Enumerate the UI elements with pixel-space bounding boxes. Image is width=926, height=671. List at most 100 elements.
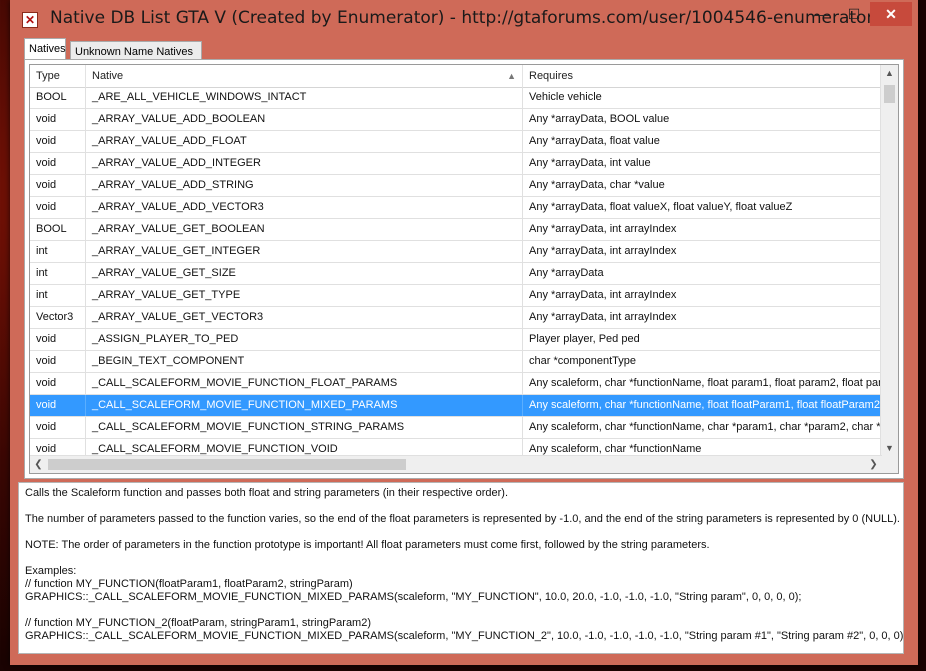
cell-type: void — [30, 109, 86, 130]
sort-ascending-icon: ▲ — [507, 71, 516, 81]
cell-requires: Any scaleform, char *functionName, char … — [523, 417, 882, 438]
natives-list[interactable]: Type Native ▲ Requires BOOL _ARE_ALL_VEHI… — [29, 64, 899, 474]
description-line — [25, 500, 897, 513]
cell-requires: Any *arrayData, int arrayIndex — [523, 219, 882, 240]
cell-type: BOOL — [30, 219, 86, 240]
cell-requires: Any scaleform, char *functionName, float… — [523, 395, 882, 416]
description-box[interactable]: Calls the Scaleform function and passes … — [18, 482, 904, 654]
tab-panel: Type Native ▲ Requires BOOL _ARE_ALL_VEHI… — [24, 59, 904, 479]
maximize-button[interactable]: ☐ — [838, 2, 870, 26]
minimize-button[interactable]: — — [806, 2, 838, 26]
window-title: Native DB List GTA V (Created by Enumera… — [50, 8, 880, 28]
cell-requires: Any *arrayData, char *value — [523, 175, 882, 196]
cell-native: _ARRAY_VALUE_ADD_INTEGER — [86, 153, 523, 174]
cell-type: void — [30, 197, 86, 218]
column-header-native-label: Native — [92, 70, 124, 82]
cell-native: _ASSIGN_PLAYER_TO_PED — [86, 329, 523, 350]
cell-requires: Any *arrayData, int value — [523, 153, 882, 174]
cell-requires: Any *arrayData, int arrayIndex — [523, 241, 882, 262]
table-row[interactable]: Vector3 _ARRAY_VALUE_GET_VECTOR3 Any *arra… — [30, 307, 882, 329]
table-row[interactable]: void _BEGIN_TEXT_COMPONENT char *component… — [30, 351, 882, 373]
description-line: NOTE: The order of parameters in the fun… — [25, 539, 710, 551]
cell-requires: Any *arrayData, float valueX, float valu… — [523, 197, 882, 218]
table-row[interactable]: void _ARRAY_VALUE_ADD_VECTOR3 Any *arrayDa… — [30, 197, 882, 219]
column-header-requires[interactable]: Requires — [523, 65, 882, 87]
cell-requires: Any *arrayData, int arrayIndex — [523, 307, 882, 328]
cell-requires: Any *arrayData — [523, 263, 882, 284]
vertical-scrollbar[interactable]: ▲ ▼ — [880, 65, 898, 457]
description-line: Examples: — [25, 565, 77, 577]
cell-requires: Any scaleform, char *functionName, float… — [523, 373, 882, 394]
cell-native: _CALL_SCALEFORM_MOVIE_FUNCTION_FLOAT_PAR… — [86, 373, 523, 394]
cell-type: int — [30, 241, 86, 262]
cell-requires: Vehicle vehicle — [523, 87, 882, 108]
cell-requires: char *componentType — [523, 351, 882, 372]
cell-requires: Player player, Ped ped — [523, 329, 882, 350]
cell-type: void — [30, 417, 86, 438]
cell-native: _ARRAY_VALUE_ADD_VECTOR3 — [86, 197, 523, 218]
horizontal-scrollbar[interactable]: ❮ ❯ — [30, 455, 882, 473]
table-row[interactable]: BOOL _ARE_ALL_VEHICLE_WINDOWS_INTACT Vehic… — [30, 87, 882, 109]
scroll-left-icon[interactable]: ❮ — [30, 456, 47, 473]
scroll-up-icon[interactable]: ▲ — [881, 65, 898, 82]
cell-native: _ARRAY_VALUE_ADD_FLOAT — [86, 131, 523, 152]
horizontal-scroll-thumb[interactable] — [48, 459, 406, 470]
list-header: Type Native ▲ Requires — [30, 65, 882, 88]
description-line: GRAPHICS::_CALL_SCALEFORM_MOVIE_FUNCTION… — [25, 630, 904, 642]
cell-type: void — [30, 131, 86, 152]
cell-native: _ARRAY_VALUE_GET_VECTOR3 — [86, 307, 523, 328]
cell-requires: Any *arrayData, int arrayIndex — [523, 285, 882, 306]
cell-native: _ARRAY_VALUE_GET_TYPE — [86, 285, 523, 306]
description-line — [25, 604, 897, 617]
cell-native: _ARRAY_VALUE_GET_BOOLEAN — [86, 219, 523, 240]
table-row[interactable]: int _ARRAY_VALUE_GET_SIZE Any *arrayData — [30, 263, 882, 285]
table-row[interactable]: void _CALL_SCALEFORM_MOVIE_FUNCTION_FLOAT… — [30, 373, 882, 395]
table-row[interactable]: void _ARRAY_VALUE_ADD_BOOLEAN Any *arrayDa… — [30, 109, 882, 131]
table-row[interactable]: int _ARRAY_VALUE_GET_INTEGER Any *arrayDat… — [30, 241, 882, 263]
cell-native: _ARRAY_VALUE_ADD_BOOLEAN — [86, 109, 523, 130]
vertical-scroll-thumb[interactable] — [884, 85, 895, 103]
table-row[interactable]: BOOL _ARRAY_VALUE_GET_BOOLEAN Any *arrayDa… — [30, 219, 882, 241]
cell-native: _BEGIN_TEXT_COMPONENT — [86, 351, 523, 372]
scroll-down-icon[interactable]: ▼ — [881, 440, 898, 457]
scroll-right-icon[interactable]: ❯ — [865, 456, 882, 473]
table-row[interactable]: void _ARRAY_VALUE_ADD_FLOAT Any *arrayData… — [30, 131, 882, 153]
cell-native: _CALL_SCALEFORM_MOVIE_FUNCTION_STRING_PA… — [86, 417, 523, 438]
description-line: // function MY_FUNCTION_2(floatParam, st… — [25, 617, 372, 629]
cell-requires: Any *arrayData, BOOL value — [523, 109, 882, 130]
app-icon: ✕ — [22, 12, 38, 28]
app-window: ✕ Native DB List GTA V (Created by Enume… — [10, 0, 918, 665]
column-header-native[interactable]: Native ▲ — [86, 65, 523, 87]
cell-type: void — [30, 175, 86, 196]
description-line: GRAPHICS::_CALL_SCALEFORM_MOVIE_FUNCTION… — [25, 591, 802, 603]
title-bar[interactable]: ✕ Native DB List GTA V (Created by Enume… — [10, 0, 918, 38]
tab-natives[interactable]: Natives — [24, 38, 66, 60]
cell-native: _CALL_SCALEFORM_MOVIE_FUNCTION_MIXED_PAR… — [86, 395, 523, 416]
description-line: // function MY_FUNCTION(floatParam1, flo… — [25, 578, 353, 590]
close-button[interactable]: ✕ — [870, 2, 912, 26]
cell-type: void — [30, 373, 86, 394]
tab-unknown-name-natives[interactable]: Unknown Name Natives — [70, 41, 202, 60]
cell-type: int — [30, 263, 86, 284]
column-header-type[interactable]: Type — [30, 65, 86, 87]
table-row[interactable]: int _ARRAY_VALUE_GET_TYPE Any *arrayData, … — [30, 285, 882, 307]
description-line — [25, 552, 897, 565]
description-line: Calls the Scaleform function and passes … — [25, 487, 509, 499]
table-row[interactable]: void _CALL_SCALEFORM_MOVIE_FUNCTION_MIXED… — [30, 395, 882, 417]
cell-requires: Any *arrayData, float value — [523, 131, 882, 152]
cell-type: void — [30, 329, 86, 350]
cell-type: int — [30, 285, 86, 306]
cell-type: void — [30, 395, 86, 416]
description-line: The number of parameters passed to the f… — [25, 513, 900, 525]
cell-type: BOOL — [30, 87, 86, 108]
cell-type: Vector3 — [30, 307, 86, 328]
table-row[interactable]: void _ASSIGN_PLAYER_TO_PED Player player, … — [30, 329, 882, 351]
cell-native: _ARRAY_VALUE_ADD_STRING — [86, 175, 523, 196]
scrollbar-corner — [881, 456, 898, 473]
cell-native: _ARE_ALL_VEHICLE_WINDOWS_INTACT — [86, 87, 523, 108]
cell-native: _ARRAY_VALUE_GET_INTEGER — [86, 241, 523, 262]
table-row[interactable]: void _CALL_SCALEFORM_MOVIE_FUNCTION_STRIN… — [30, 417, 882, 439]
table-row[interactable]: void _ARRAY_VALUE_ADD_INTEGER Any *arrayDa… — [30, 153, 882, 175]
cell-type: void — [30, 153, 86, 174]
table-row[interactable]: void _ARRAY_VALUE_ADD_STRING Any *arrayDat… — [30, 175, 882, 197]
